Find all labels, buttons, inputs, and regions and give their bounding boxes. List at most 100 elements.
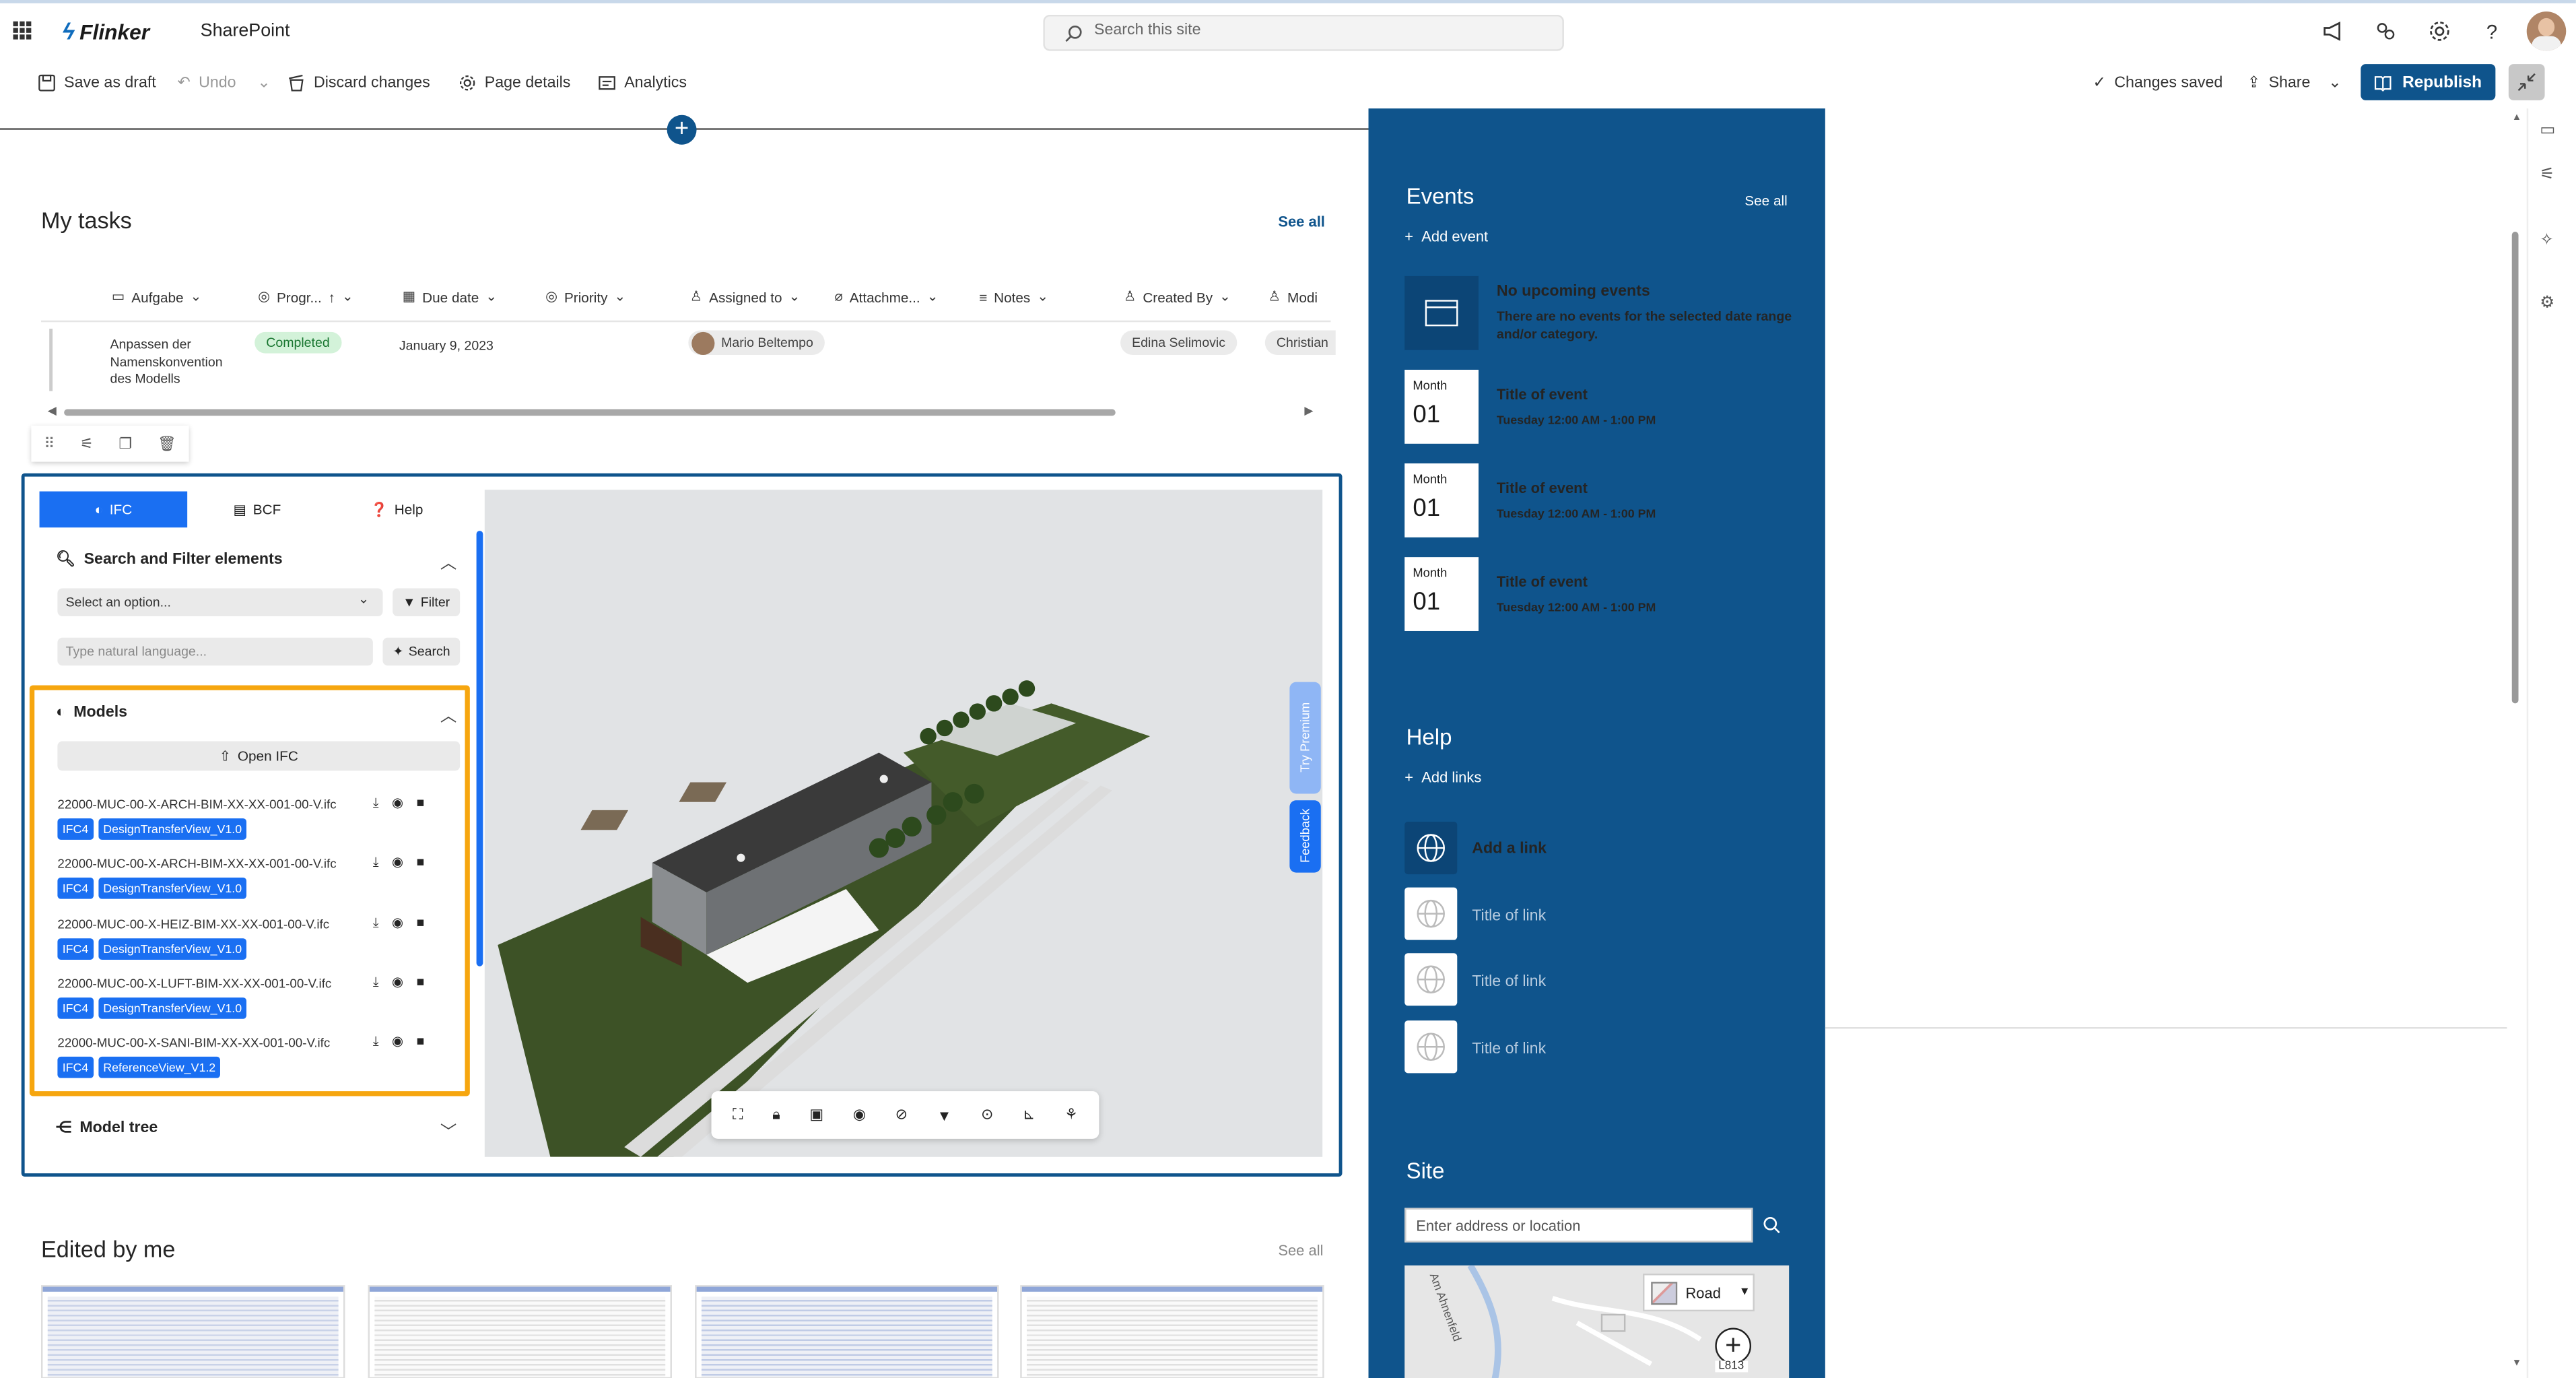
settings-sliders-icon[interactable]: ⚟ — [80, 434, 94, 453]
copilot-icon[interactable]: ⚙ — [2540, 294, 2554, 313]
column-header-notes[interactable]: ≡ Notes ⌄ — [979, 288, 1048, 306]
tab-help[interactable]: ❓ Help — [327, 492, 467, 528]
model-item[interactable]: 22000-MUC-00-X-ARCH-BIM-XX-XX-001-00-V.i… — [57, 795, 460, 849]
document-thumbnail[interactable] — [368, 1285, 672, 1378]
delete-icon[interactable]: 🗑 — [158, 434, 176, 453]
switch-account-icon[interactable] — [2374, 20, 2397, 42]
download-icon[interactable]: ⤓ — [373, 1034, 379, 1050]
walk-icon[interactable]: ⚘ — [1064, 1106, 1078, 1124]
eye-off-icon[interactable]: ⊘ — [895, 1106, 908, 1124]
row-selector[interactable] — [49, 329, 53, 391]
zoom-in-button[interactable]: + — [1715, 1327, 1752, 1365]
collapse-button[interactable] — [2508, 64, 2545, 100]
model-item[interactable]: 22000-MUC-00-X-SANI-BIM-XX-XX-001-00-V.i… — [57, 1034, 460, 1088]
column-header-modified[interactable]: ♙ Modi — [1268, 288, 1318, 306]
toolbox-icon[interactable]: ▭ — [2540, 122, 2555, 140]
model-item[interactable]: 22000-MUC-00-X-LUFT-BIM-XX-XX-001-00-V.i… — [57, 975, 460, 1028]
modified-by-pill[interactable]: Christian — [1264, 330, 1335, 356]
map-mode-select[interactable]: Road ▼ — [1643, 1274, 1755, 1312]
scroll-up-icon[interactable]: ▲ — [2512, 113, 2522, 123]
document-thumbnail[interactable] — [41, 1285, 345, 1378]
eye-icon[interactable]: ◉ — [853, 1106, 866, 1124]
download-icon[interactable]: ⤓ — [373, 915, 379, 931]
models-header[interactable]: ◐ Models — [56, 703, 127, 721]
scroll-right-icon[interactable]: ▶ — [1304, 404, 1313, 418]
panel-scrollbar[interactable] — [476, 531, 483, 966]
link-title[interactable]: Title of link — [1472, 1041, 1546, 1059]
lock-icon[interactable]: 🔒︎ — [772, 1106, 780, 1124]
scroll-thumb[interactable] — [2511, 232, 2519, 704]
analytics-button[interactable]: Analytics — [598, 74, 687, 92]
image-icon[interactable]: ▣ — [809, 1106, 823, 1124]
chevron-up-icon[interactable]: ︿ — [440, 549, 456, 574]
edited-see-all-link[interactable]: See all — [1278, 1243, 1323, 1259]
download-icon[interactable]: ⤓ — [373, 975, 379, 991]
assigned-pill[interactable]: Mario Beltempo — [688, 330, 825, 356]
model-tree-header[interactable]: ⋲ Model tree — [56, 1119, 158, 1138]
sliders-icon[interactable]: ⚟ — [2540, 166, 2554, 184]
help-icon[interactable]: ? — [2480, 20, 2503, 42]
megaphone-icon[interactable] — [2321, 20, 2344, 42]
design-ideas-icon[interactable]: ✧ — [2540, 232, 2553, 250]
eye-icon[interactable]: ◉ — [392, 915, 403, 931]
fit-view-icon[interactable]: ⛶ — [733, 1106, 743, 1124]
discard-button[interactable]: Discard changes — [287, 74, 430, 92]
element-select[interactable]: Select an option... ⌄ — [57, 588, 383, 616]
add-links-button[interactable]: + Add links — [1404, 769, 1481, 785]
nl-search-button[interactable]: ✦ Search — [382, 637, 461, 666]
download-icon[interactable]: ⤓ — [373, 855, 379, 871]
column-header-progress[interactable]: ◎ Progr... ↑ ⌄ — [258, 288, 353, 306]
model-item[interactable]: 22000-MUC-00-X-HEIZ-BIM-XX-XX-001-00-V.i… — [57, 915, 460, 970]
undo-button[interactable]: ↶ Undo ⌄ — [178, 74, 271, 92]
chevron-down-icon[interactable]: ﹀ — [440, 1117, 456, 1142]
trash-icon[interactable]: ■ — [417, 795, 425, 812]
share-button[interactable]: ⇪ Share ⌄ — [2247, 74, 2342, 92]
site-search[interactable] — [1043, 14, 1564, 51]
drag-handle-icon[interactable]: ⠿ — [44, 434, 55, 453]
eye-icon[interactable]: ◉ — [392, 975, 403, 991]
trash-icon[interactable]: ■ — [417, 855, 425, 871]
scroll-left-icon[interactable]: ◀ — [48, 404, 57, 418]
document-thumbnail[interactable] — [695, 1285, 999, 1378]
add-event-button[interactable]: + Add event — [1404, 228, 1488, 244]
trash-icon[interactable]: ■ — [417, 915, 425, 931]
search-icon[interactable] — [1763, 1216, 1781, 1235]
column-header-aufgabe[interactable]: ▭ Aufgabe ⌄ — [112, 288, 202, 306]
event-title[interactable]: Title of event — [1497, 574, 1588, 590]
event-title[interactable]: Title of event — [1497, 480, 1588, 496]
vertical-scrollbar[interactable]: ▲ ▼ — [2507, 108, 2521, 1378]
gear-icon[interactable] — [2428, 20, 2451, 42]
eye-icon[interactable]: ◉ — [392, 795, 403, 812]
event-title[interactable]: Title of event — [1497, 386, 1588, 402]
add-section-button[interactable]: + — [667, 114, 697, 145]
3d-viewer[interactable] — [484, 490, 1323, 1157]
column-header-created-by[interactable]: ♙ Created By ⌄ — [1124, 288, 1231, 306]
natural-language-input[interactable] — [57, 637, 373, 666]
filter-icon[interactable]: ▼ — [937, 1107, 952, 1123]
filter-button[interactable]: ▼ Filter — [393, 588, 461, 616]
download-icon[interactable]: ⤓ — [373, 795, 379, 812]
app-launcher-icon[interactable] — [13, 21, 32, 40]
measure-icon[interactable]: ⊾ — [1023, 1106, 1035, 1124]
avatar[interactable] — [2526, 11, 2567, 51]
open-ifc-button[interactable]: ⇧ Open IFC — [57, 741, 461, 771]
tab-bcf[interactable]: ▤ BCF — [187, 492, 327, 528]
focus-icon[interactable]: ⊙ — [981, 1106, 993, 1124]
events-see-all-link[interactable]: See all — [1744, 192, 1787, 208]
trash-icon[interactable]: ■ — [417, 975, 425, 991]
search-filter-header[interactable]: 🔍︎ Search and Filter elements — [56, 550, 283, 568]
search-input[interactable] — [1094, 21, 1538, 40]
document-thumbnail[interactable] — [1020, 1285, 1324, 1378]
link-title[interactable]: Title of link — [1472, 973, 1546, 991]
brand-logo[interactable]: ϟ Flinker — [63, 18, 149, 44]
link-title[interactable]: Title of link — [1472, 907, 1546, 925]
eye-icon[interactable]: ◉ — [392, 855, 403, 871]
address-input[interactable] — [1404, 1208, 1753, 1243]
eye-icon[interactable]: ◉ — [392, 1034, 403, 1050]
republish-button[interactable]: Republish — [2361, 64, 2496, 100]
tab-ifc[interactable]: ◐ IFC — [39, 491, 188, 528]
app-name[interactable]: SharePoint — [201, 22, 290, 41]
tasks-see-all-link[interactable]: See all — [1278, 214, 1325, 230]
column-header-due-date[interactable]: ▦ Due date ⌄ — [403, 288, 498, 306]
column-header-assigned[interactable]: ♙ Assigned to ⌄ — [690, 288, 801, 306]
